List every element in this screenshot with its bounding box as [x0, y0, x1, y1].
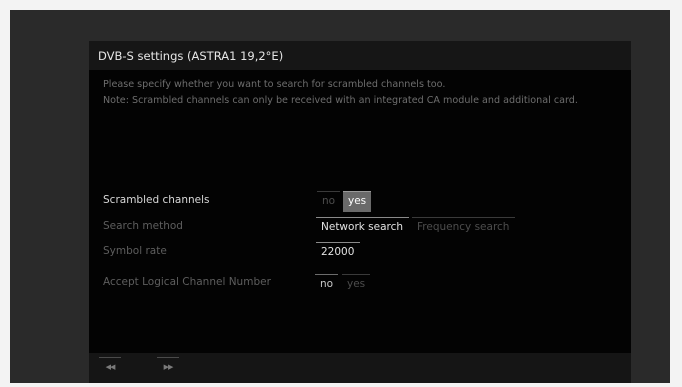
dvbs-settings-dialog: DVB-S settings (ASTRA1 19,2°E) Please sp…: [89, 41, 631, 383]
rewind-icon[interactable]: ◀◀: [99, 357, 121, 376]
lcn-option-yes[interactable]: yes: [342, 274, 371, 295]
lcn-label: Accept Logical Channel Number: [103, 276, 271, 288]
search-method-label: Search method: [103, 220, 183, 232]
search-method-network[interactable]: Network search: [316, 217, 409, 238]
scrambled-option-yes[interactable]: yes: [343, 191, 372, 212]
lcn-option-no[interactable]: no: [315, 274, 339, 295]
dialog-title: DVB-S settings (ASTRA1 19,2°E): [98, 49, 284, 63]
scrambled-channels-label: Scrambled channels: [103, 194, 210, 206]
description-line-1: Please specify whether you want to searc…: [103, 79, 446, 90]
scrambled-option-no[interactable]: no: [317, 191, 341, 212]
dialog-titlebar: DVB-S settings (ASTRA1 19,2°E): [89, 41, 631, 70]
description-line-2: Note: Scrambled channels can only be rec…: [103, 95, 578, 106]
symbol-rate-label: Symbol rate: [103, 245, 167, 257]
symbol-rate-input[interactable]: 22000: [316, 242, 360, 263]
fast-forward-icon[interactable]: ▶▶: [157, 357, 179, 376]
dialog-footer: ◀◀ ▶▶: [89, 353, 631, 383]
search-method-frequency[interactable]: Frequency search: [412, 217, 515, 238]
tv-screen: DVB-S settings (ASTRA1 19,2°E) Please sp…: [10, 10, 670, 383]
